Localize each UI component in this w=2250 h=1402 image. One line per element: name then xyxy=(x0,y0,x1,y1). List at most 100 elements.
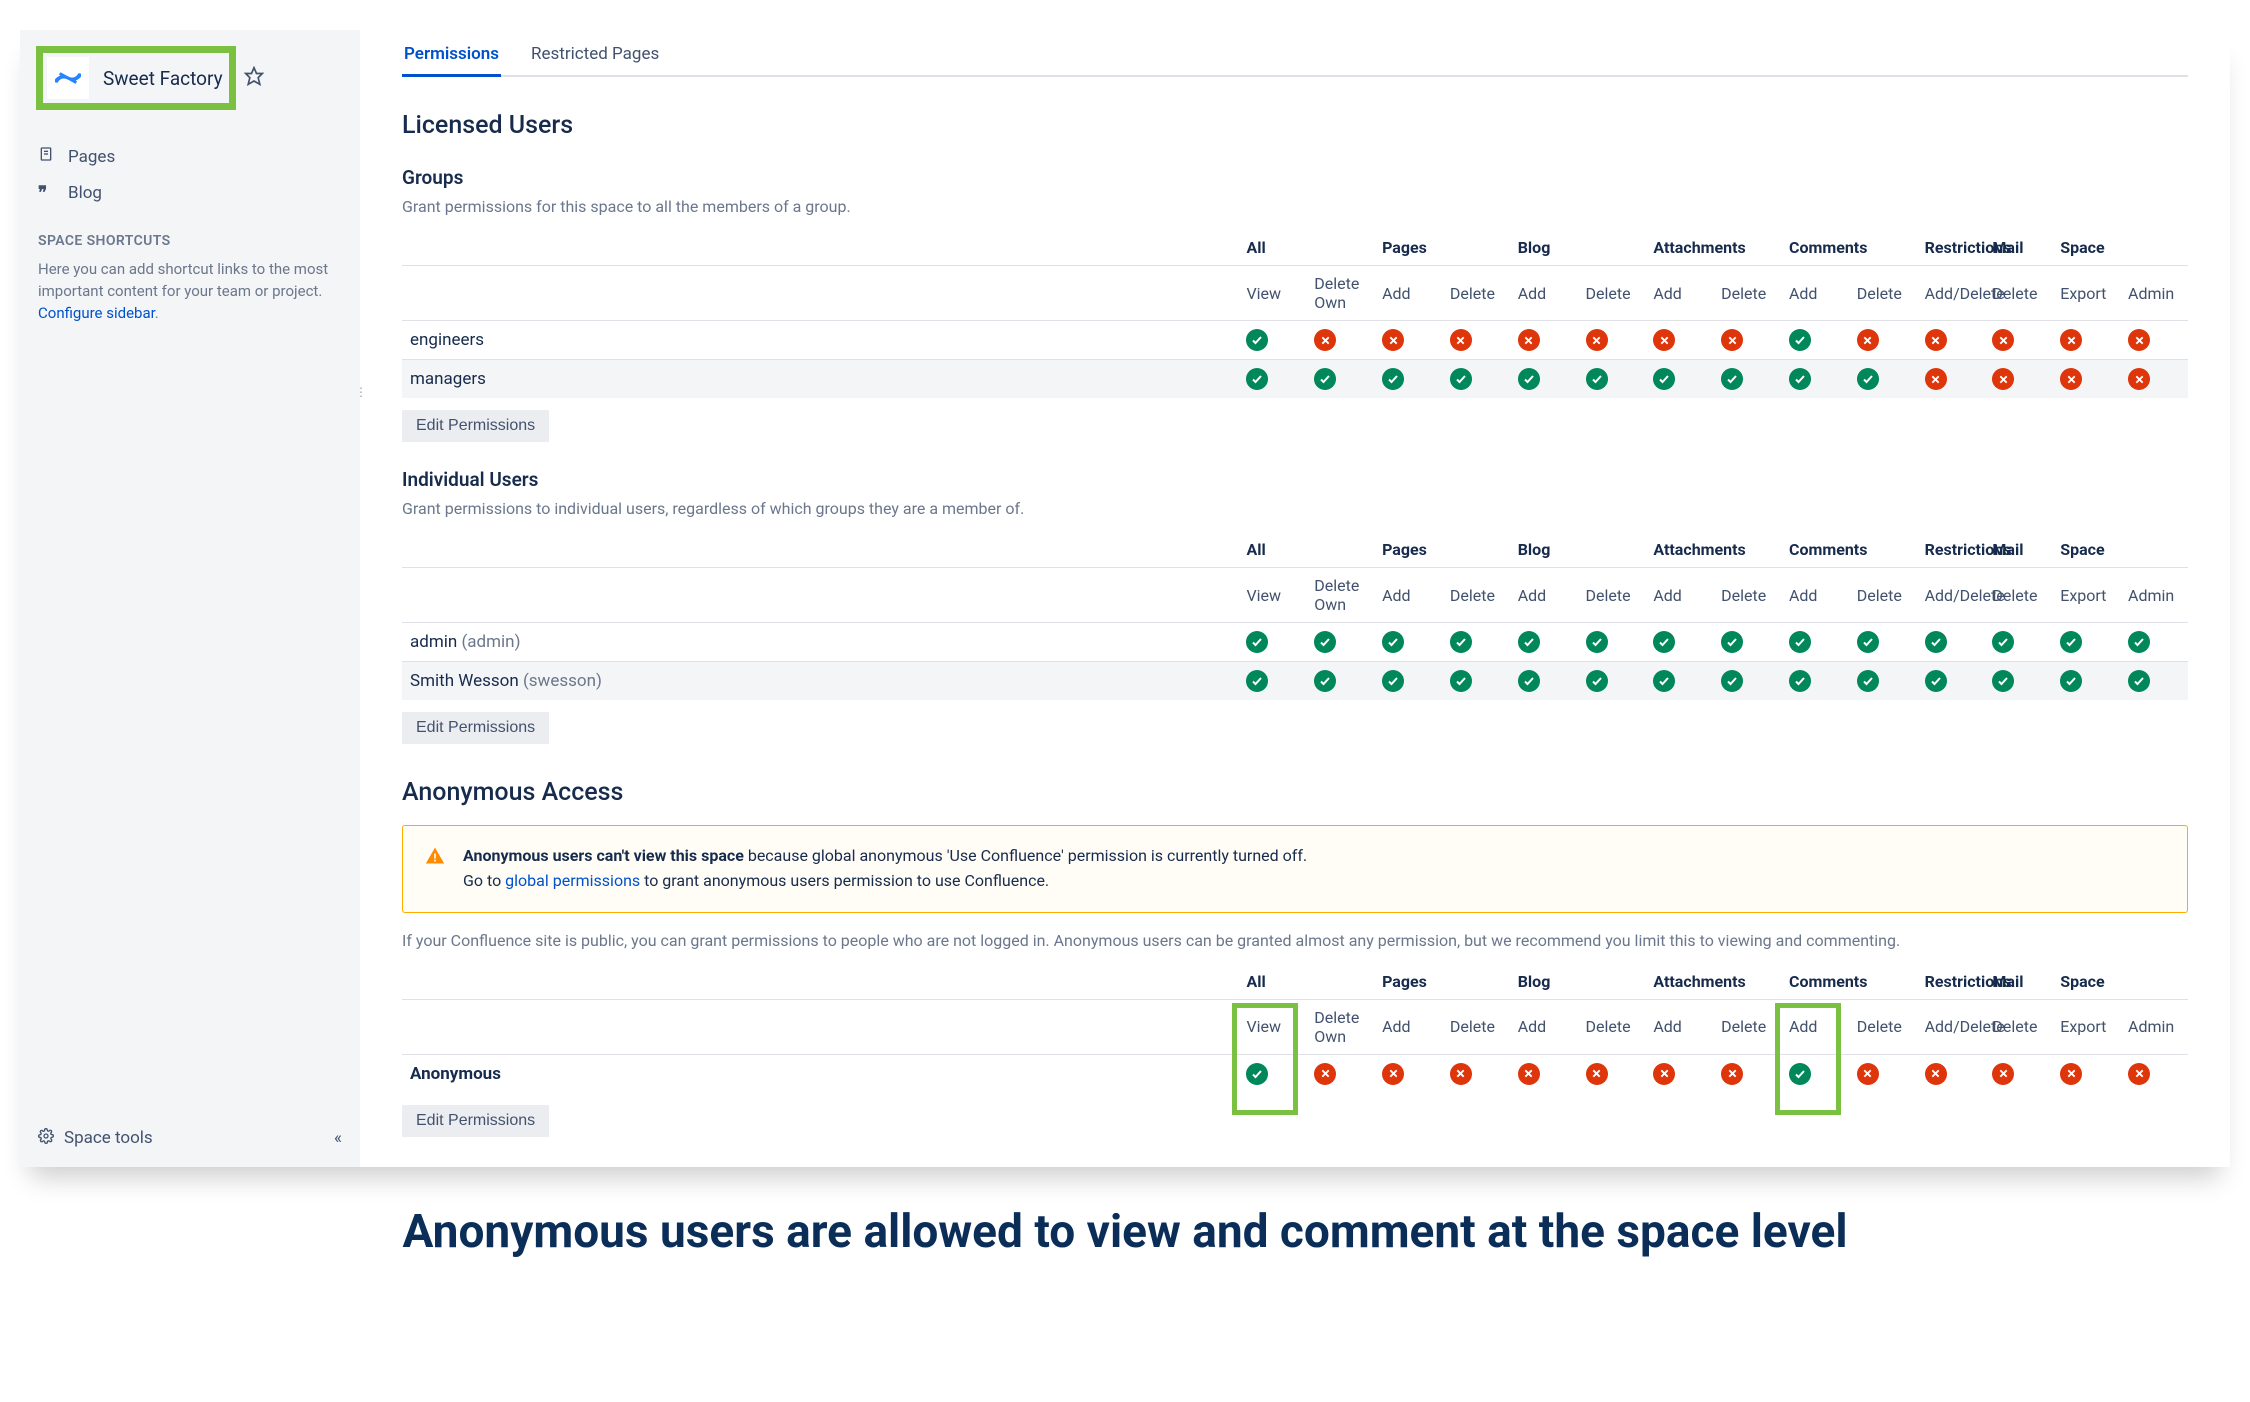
perm-cell xyxy=(1917,360,1985,399)
resize-handle-icon[interactable]: ⋮ xyxy=(360,380,366,404)
perm-group-header: Blog xyxy=(1510,532,1646,568)
configure-sidebar-link[interactable]: Configure sidebar xyxy=(38,304,155,322)
perm-cell xyxy=(1849,623,1917,662)
perm-cell xyxy=(1984,360,2052,399)
perm-group-header: Space xyxy=(2052,964,2188,1000)
check-icon xyxy=(1653,670,1675,692)
perm-cell xyxy=(1374,1054,1442,1093)
cross-icon xyxy=(1992,329,2014,351)
sidebar: Sweet Factory Pages ❞ Blog xyxy=(20,30,360,1167)
check-icon xyxy=(1450,670,1472,692)
perm-cell xyxy=(1442,623,1510,662)
cross-icon xyxy=(1992,368,2014,390)
check-icon xyxy=(1653,368,1675,390)
row-label: Anonymous xyxy=(402,1054,1238,1093)
perm-group-header: Comments xyxy=(1781,532,1917,568)
perm-sub-header: Add xyxy=(1645,999,1713,1054)
perm-sub-header: Add/Delete xyxy=(1917,266,1985,321)
edit-permissions-button[interactable]: Edit Permissions xyxy=(402,712,549,744)
users-desc: Grant permissions to individual users, r… xyxy=(402,499,2188,518)
check-icon xyxy=(2128,670,2150,692)
perm-cell xyxy=(1713,662,1781,701)
check-icon xyxy=(1314,368,1336,390)
check-icon xyxy=(1857,670,1879,692)
global-permissions-link[interactable]: global permissions xyxy=(505,871,640,890)
check-icon xyxy=(1382,368,1404,390)
check-icon xyxy=(1789,368,1811,390)
perm-cell xyxy=(1578,360,1646,399)
check-icon xyxy=(1721,670,1743,692)
check-icon xyxy=(1992,670,2014,692)
cross-icon xyxy=(1925,1063,1947,1085)
groups-permissions-table: AllPagesBlogAttachmentsCommentsRestricti… xyxy=(402,230,2188,398)
perm-sub-header: Delete xyxy=(1984,568,2052,623)
check-icon xyxy=(1721,631,1743,653)
perm-sub-header: Delete xyxy=(1849,568,1917,623)
perm-cell xyxy=(2052,1054,2120,1093)
cross-icon xyxy=(1314,329,1336,351)
check-icon xyxy=(1721,368,1743,390)
perm-cell xyxy=(1442,662,1510,701)
perm-cell xyxy=(1578,321,1646,360)
cross-icon xyxy=(2060,329,2082,351)
perm-sub-header: Add xyxy=(1374,266,1442,321)
check-icon xyxy=(1789,1063,1811,1085)
anonymous-heading: Anonymous Access xyxy=(402,778,2188,807)
perm-group-header: Pages xyxy=(1374,964,1510,1000)
collapse-sidebar-icon[interactable]: « xyxy=(334,1128,342,1148)
perm-cell xyxy=(1713,623,1781,662)
shortcuts-help: Here you can add shortcut links to the m… xyxy=(38,259,342,324)
perm-cell xyxy=(1849,360,1917,399)
check-icon xyxy=(1586,631,1608,653)
perm-cell xyxy=(2120,321,2188,360)
check-icon xyxy=(1857,368,1879,390)
sidebar-item-blog[interactable]: ❞ Blog xyxy=(38,175,342,211)
perm-cell xyxy=(1374,662,1442,701)
perm-sub-header: Admin xyxy=(2120,266,2188,321)
cross-icon xyxy=(1586,1063,1608,1085)
perm-sub-header: Add xyxy=(1781,999,1849,1054)
perm-group-header: Restrictions xyxy=(1917,532,1985,568)
perm-sub-header: Delete xyxy=(1442,266,1510,321)
perm-cell xyxy=(1442,321,1510,360)
check-icon xyxy=(1653,631,1675,653)
check-icon xyxy=(1246,329,1268,351)
check-icon xyxy=(1518,670,1540,692)
perm-cell xyxy=(2120,1054,2188,1093)
perm-cell xyxy=(1917,1054,1985,1093)
space-header[interactable]: Sweet Factory xyxy=(38,48,234,108)
perm-cell xyxy=(1645,360,1713,399)
check-icon xyxy=(1382,631,1404,653)
space-tools-button[interactable]: Space tools xyxy=(38,1128,153,1149)
edit-permissions-button[interactable]: Edit Permissions xyxy=(402,1105,549,1137)
perm-sub-header: Delete Own xyxy=(1306,568,1374,623)
perm-cell xyxy=(1917,321,1985,360)
perm-group-header: Restrictions xyxy=(1917,964,1985,1000)
star-icon[interactable] xyxy=(244,66,264,90)
perm-sub-header: Admin xyxy=(2120,568,2188,623)
perm-cell xyxy=(1917,623,1985,662)
cross-icon xyxy=(1653,329,1675,351)
perm-sub-header: Add xyxy=(1510,999,1578,1054)
cross-icon xyxy=(1721,1063,1743,1085)
tab-permissions[interactable]: Permissions xyxy=(402,44,501,77)
perm-sub-header: Delete xyxy=(1713,266,1781,321)
sidebar-item-pages[interactable]: Pages xyxy=(38,138,342,175)
perm-cell xyxy=(1442,360,1510,399)
perm-cell xyxy=(1238,321,1306,360)
users-permissions-table: AllPagesBlogAttachmentsCommentsRestricti… xyxy=(402,532,2188,700)
annotation-caption: Anonymous users are allowed to view and … xyxy=(20,1167,2230,1287)
perm-sub-header: Delete xyxy=(1713,568,1781,623)
edit-permissions-button[interactable]: Edit Permissions xyxy=(402,410,549,442)
tab-restricted-pages[interactable]: Restricted Pages xyxy=(529,44,661,75)
check-icon xyxy=(1925,631,1947,653)
perm-group-header: All xyxy=(1238,230,1374,266)
perm-cell xyxy=(2120,623,2188,662)
perm-sub-header: Delete xyxy=(1442,999,1510,1054)
cross-icon xyxy=(1857,1063,1879,1085)
check-icon xyxy=(1992,631,2014,653)
table-row: admin (admin) xyxy=(402,623,2188,662)
perm-cell xyxy=(1645,1054,1713,1093)
perm-cell xyxy=(1781,1054,1849,1093)
check-icon xyxy=(1246,368,1268,390)
